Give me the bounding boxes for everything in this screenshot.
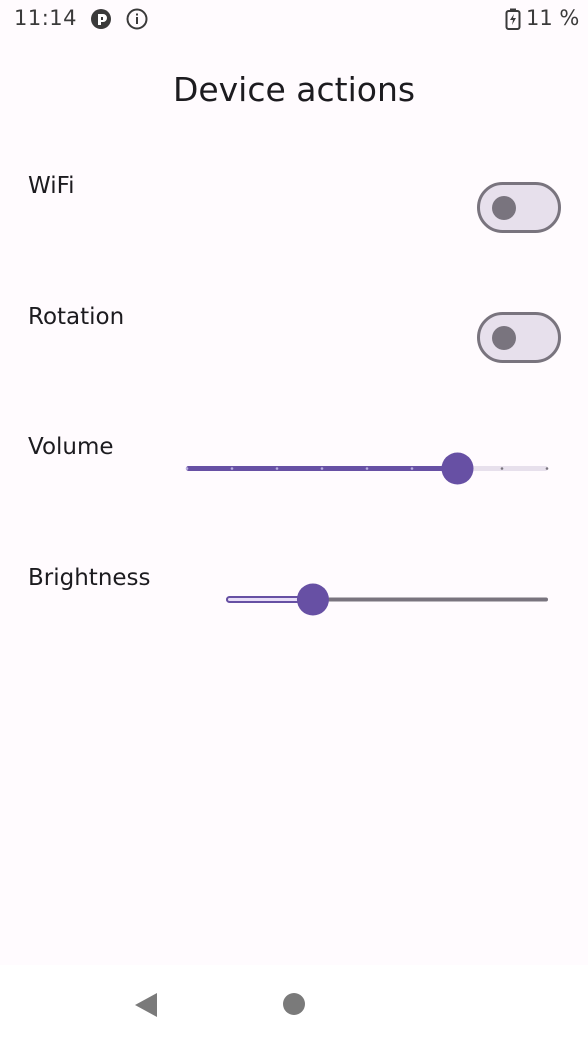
wifi-switch[interactable] bbox=[477, 182, 561, 233]
volume-slider[interactable] bbox=[180, 450, 555, 486]
volume-tick bbox=[320, 467, 324, 470]
volume-tick bbox=[230, 467, 234, 470]
brightness-thumb bbox=[296, 583, 329, 616]
volume-tick bbox=[275, 467, 279, 470]
rotation-label: Rotation bbox=[28, 304, 125, 330]
volume-tick bbox=[410, 467, 414, 470]
volume-thumb bbox=[441, 452, 474, 485]
device-actions-screen: 11:14 11 % Device actions WiFi Rotation … bbox=[0, 0, 588, 1043]
rotation-switch-thumb bbox=[492, 326, 516, 350]
rotation-switch[interactable] bbox=[477, 312, 561, 363]
page-title: Device actions bbox=[172, 70, 416, 109]
battery-percentage: 11 % bbox=[526, 6, 580, 30]
volume-label: Volume bbox=[28, 434, 114, 460]
brightness-slider[interactable] bbox=[220, 581, 555, 617]
volume-tick bbox=[500, 467, 504, 470]
app-notification-icon bbox=[90, 8, 112, 30]
volume-tick bbox=[365, 467, 369, 470]
volume-tick bbox=[545, 467, 549, 470]
back-icon[interactable] bbox=[133, 991, 159, 1019]
status-time: 11:14 bbox=[14, 6, 78, 30]
brightness-label: Brightness bbox=[28, 565, 151, 591]
battery-charging-icon bbox=[505, 8, 521, 30]
navigation-bar bbox=[0, 965, 588, 1043]
info-icon bbox=[126, 8, 148, 30]
home-icon[interactable] bbox=[283, 993, 305, 1015]
wifi-label: WiFi bbox=[28, 173, 75, 199]
status-bar: 11:14 11 % bbox=[0, 0, 588, 40]
volume-tick bbox=[185, 467, 189, 470]
wifi-switch-thumb bbox=[492, 196, 516, 220]
